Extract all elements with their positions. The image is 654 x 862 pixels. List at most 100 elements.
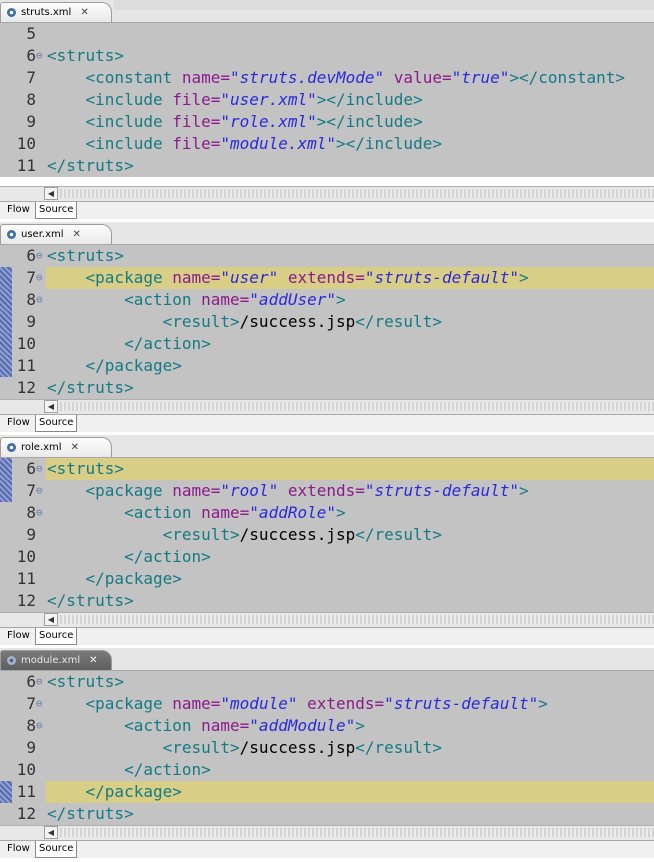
fold-toggle-icon[interactable]: ⊖ bbox=[36, 289, 44, 311]
code-text[interactable]: <result>/success.jsp</result> bbox=[46, 524, 654, 546]
tab-flow[interactable]: Flow bbox=[4, 415, 33, 431]
scroll-track[interactable] bbox=[60, 615, 654, 624]
code-line[interactable]: 8 ⊖ <action name="addUser"> bbox=[0, 289, 654, 311]
tab-source[interactable]: Source bbox=[35, 202, 78, 219]
scroll-left-icon[interactable]: ◀ bbox=[44, 613, 58, 626]
tab-label: role.xml bbox=[21, 442, 62, 453]
code-text[interactable]: <action name="addModule"> bbox=[46, 715, 654, 737]
code-text[interactable]: </struts> bbox=[46, 155, 654, 177]
code-line[interactable]: 6 ⊖ <struts> bbox=[0, 671, 654, 693]
horizontal-scrollbar[interactable]: ◀ bbox=[0, 399, 654, 414]
fold-toggle-icon[interactable]: ⊖ bbox=[36, 715, 44, 737]
code-line[interactable]: 11 </package> bbox=[0, 355, 654, 377]
code-line[interactable]: 10 </action> bbox=[0, 759, 654, 781]
code-line[interactable]: 8 ⊖ <action name="addModule"> bbox=[0, 715, 654, 737]
code-area[interactable]: 6 ⊖ <struts> 7 ⊖ <package name="module" exte… bbox=[0, 671, 654, 825]
code-line[interactable]: 5 bbox=[0, 23, 654, 45]
code-text[interactable]: <include file="module.xml"></include> bbox=[46, 133, 654, 155]
code-line[interactable]: 12 </struts> bbox=[0, 590, 654, 612]
code-line[interactable]: 9 <result>/success.jsp</result> bbox=[0, 737, 654, 759]
fold-toggle-icon[interactable]: ⊖ bbox=[36, 458, 44, 480]
code-text[interactable]: <result>/success.jsp</result> bbox=[46, 737, 654, 759]
close-icon[interactable]: ✕ bbox=[89, 655, 97, 666]
code-line[interactable]: 6 ⊖ <struts> bbox=[0, 458, 654, 480]
close-icon[interactable]: ✕ bbox=[80, 7, 88, 18]
code-text[interactable]: </struts> bbox=[46, 377, 654, 399]
scroll-left-icon[interactable]: ◀ bbox=[44, 187, 58, 200]
code-text[interactable]: </package> bbox=[46, 355, 654, 377]
code-text[interactable]: <action name="addRole"> bbox=[46, 502, 654, 524]
code-text[interactable]: <constant name="struts.devMode" value="t… bbox=[46, 67, 654, 89]
code-text[interactable]: <struts> bbox=[46, 458, 654, 480]
fold-toggle-icon[interactable]: ⊖ bbox=[36, 245, 44, 267]
fold-toggle-icon[interactable]: ⊖ bbox=[36, 267, 44, 289]
code-line[interactable]: 7 ⊖ <package name="rool" extends="struts-… bbox=[0, 480, 654, 502]
tab-source[interactable]: Source bbox=[35, 415, 78, 432]
code-text[interactable]: <package name="rool" extends="struts-def… bbox=[46, 480, 654, 502]
code-area[interactable]: 6 ⊖ <struts> 7 ⊖ <package name="user" extend… bbox=[0, 245, 654, 399]
code-line[interactable]: 9 <result>/success.jsp</result> bbox=[0, 311, 654, 333]
fold-toggle-icon[interactable]: ⊖ bbox=[36, 671, 44, 693]
scroll-track[interactable] bbox=[60, 828, 654, 837]
code-text[interactable]: <include file="user.xml"></include> bbox=[46, 89, 654, 111]
code-line[interactable]: 9 <include file="role.xml"></include> bbox=[0, 111, 654, 133]
tab-user-xml[interactable]: user.xml ✕ bbox=[0, 224, 112, 244]
line-number: 8 bbox=[26, 290, 36, 309]
code-line[interactable]: 10 </action> bbox=[0, 546, 654, 568]
code-line[interactable]: 10 </action> bbox=[0, 333, 654, 355]
tab-source[interactable]: Source bbox=[35, 628, 78, 645]
fold-toggle-icon[interactable]: ⊖ bbox=[36, 693, 44, 715]
code-line[interactable]: 12 </struts> bbox=[0, 377, 654, 399]
code-text[interactable]: </action> bbox=[46, 759, 654, 781]
tab-module-xml[interactable]: module.xml ✕ bbox=[0, 650, 112, 670]
fold-toggle-icon[interactable]: ⊖ bbox=[36, 45, 44, 67]
scroll-left-icon[interactable]: ◀ bbox=[44, 826, 58, 839]
code-text[interactable]: <package name="user" extends="struts-def… bbox=[46, 267, 654, 289]
code-text[interactable]: <action name="addUser"> bbox=[46, 289, 654, 311]
code-line[interactable]: 7 ⊖ <package name="user" extends="struts-… bbox=[0, 267, 654, 289]
code-text[interactable]: <include file="role.xml"></include> bbox=[46, 111, 654, 133]
fold-toggle-icon[interactable]: ⊖ bbox=[36, 480, 44, 502]
horizontal-scrollbar[interactable]: ◀ bbox=[0, 612, 654, 627]
code-text[interactable]: </package> bbox=[46, 568, 654, 590]
code-line[interactable]: 11 </package> bbox=[0, 568, 654, 590]
code-line[interactable]: 8 <include file="user.xml"></include> bbox=[0, 89, 654, 111]
code-line[interactable]: 9 <result>/success.jsp</result> bbox=[0, 524, 654, 546]
scroll-track[interactable] bbox=[60, 189, 654, 198]
close-icon[interactable]: ✕ bbox=[73, 229, 81, 240]
code-line[interactable]: 8 ⊖ <action name="addRole"> bbox=[0, 502, 654, 524]
code-text[interactable]: </struts> bbox=[46, 590, 654, 612]
code-area[interactable]: 6 ⊖ <struts> 7 ⊖ <package name="rool" extend… bbox=[0, 458, 654, 612]
code-text[interactable]: </package> bbox=[46, 781, 654, 803]
horizontal-scrollbar[interactable]: ◀ bbox=[0, 825, 654, 840]
fold-toggle-icon[interactable]: ⊖ bbox=[36, 502, 44, 524]
code-line[interactable]: 11 </struts> bbox=[0, 155, 654, 177]
code-text[interactable]: <struts> bbox=[46, 45, 654, 67]
code-text[interactable]: </action> bbox=[46, 546, 654, 568]
scroll-track[interactable] bbox=[60, 402, 654, 411]
close-icon[interactable]: ✕ bbox=[71, 442, 79, 453]
tab-flow[interactable]: Flow bbox=[4, 628, 33, 644]
scroll-left-icon[interactable]: ◀ bbox=[44, 400, 58, 413]
tab-flow[interactable]: Flow bbox=[4, 841, 33, 857]
code-line[interactable]: 7 <constant name="struts.devMode" value=… bbox=[0, 67, 654, 89]
code-line[interactable]: 6 ⊖ <struts> bbox=[0, 245, 654, 267]
tab-role-xml[interactable]: role.xml ✕ bbox=[0, 437, 112, 457]
horizontal-scrollbar[interactable]: ◀ bbox=[0, 186, 654, 201]
code-line[interactable]: 7 ⊖ <package name="module" extends="strut… bbox=[0, 693, 654, 715]
xml-tag: <constant bbox=[85, 68, 182, 87]
code-text[interactable]: <struts> bbox=[46, 671, 654, 693]
tab-struts-xml[interactable]: struts.xml ✕ bbox=[0, 2, 112, 22]
code-line[interactable]: 11 </package> bbox=[0, 781, 654, 803]
code-text[interactable]: <package name="module" extends="struts-d… bbox=[46, 693, 654, 715]
code-line[interactable]: 6 ⊖ <struts> bbox=[0, 45, 654, 67]
code-text[interactable]: </action> bbox=[46, 333, 654, 355]
code-area[interactable]: 5 6 ⊖ <struts> 7 <constant name="struts.devM… bbox=[0, 23, 654, 177]
tab-source[interactable]: Source bbox=[35, 841, 78, 858]
code-line[interactable]: 10 <include file="module.xml"></include> bbox=[0, 133, 654, 155]
code-line[interactable]: 12 </struts> bbox=[0, 803, 654, 825]
code-text[interactable]: </struts> bbox=[46, 803, 654, 825]
tab-flow[interactable]: Flow bbox=[4, 202, 33, 218]
code-text[interactable]: <struts> bbox=[46, 245, 654, 267]
code-text[interactable]: <result>/success.jsp</result> bbox=[46, 311, 654, 333]
